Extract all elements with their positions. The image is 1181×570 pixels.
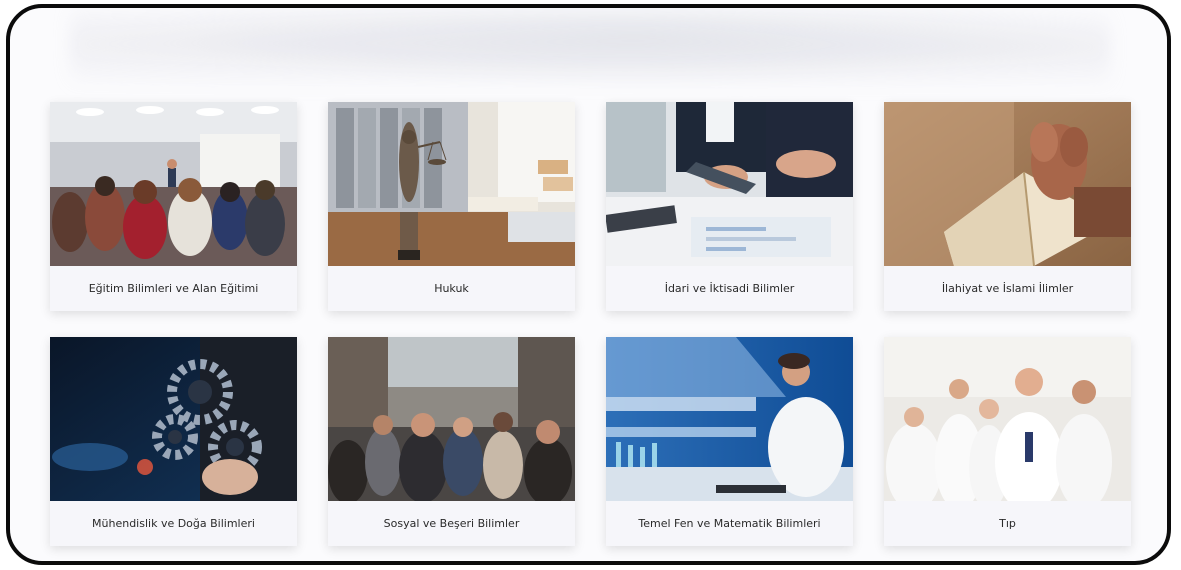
category-card-hukuk[interactable]: Hukuk [328, 102, 575, 311]
justice-statue-image [328, 102, 575, 266]
category-label: Hukuk [434, 282, 469, 295]
category-card-egitim[interactable]: Eğitim Bilimleri ve Alan Eğitimi [50, 102, 297, 311]
category-label: Mühendislik ve Doğa Bilimleri [92, 517, 255, 530]
category-label: Tıp [999, 517, 1016, 530]
page-frame: Eğitim Bilimleri ve Alan Eğitimi Hukuk İ… [6, 4, 1171, 565]
category-label: Eğitim Bilimleri ve Alan Eğitimi [88, 282, 259, 295]
category-card-tip[interactable]: Tıp [884, 337, 1131, 546]
category-label: İlahiyat ve İslami İlimler [941, 282, 1074, 295]
business-meeting-image [606, 102, 853, 266]
category-card-ilahiyat[interactable]: İlahiyat ve İslami İlimler [884, 102, 1131, 311]
category-label: İdari ve İktisadi Bilimler [664, 282, 795, 295]
crowd-street-image [328, 337, 575, 501]
category-card-sosyal[interactable]: Sosyal ve Beşeri Bilimler [328, 337, 575, 546]
lecture-hall-image [50, 102, 297, 266]
category-label: Temel Fen ve Matematik Bilimleri [638, 517, 821, 530]
doctors-team-image [884, 337, 1131, 501]
category-card-idari[interactable]: İdari ve İktisadi Bilimler [606, 102, 853, 311]
praying-hands-image [884, 102, 1131, 266]
category-card-muhendislik[interactable]: Mühendislik ve Doğa Bilimleri [50, 337, 297, 546]
category-card-temel-fen[interactable]: Temel Fen ve Matematik Bilimleri [606, 337, 853, 546]
laboratory-scientist-image [606, 337, 853, 501]
category-label: Sosyal ve Beşeri Bilimler [383, 517, 520, 530]
gears-engineering-image [50, 337, 297, 501]
faded-header-area [70, 8, 1110, 98]
